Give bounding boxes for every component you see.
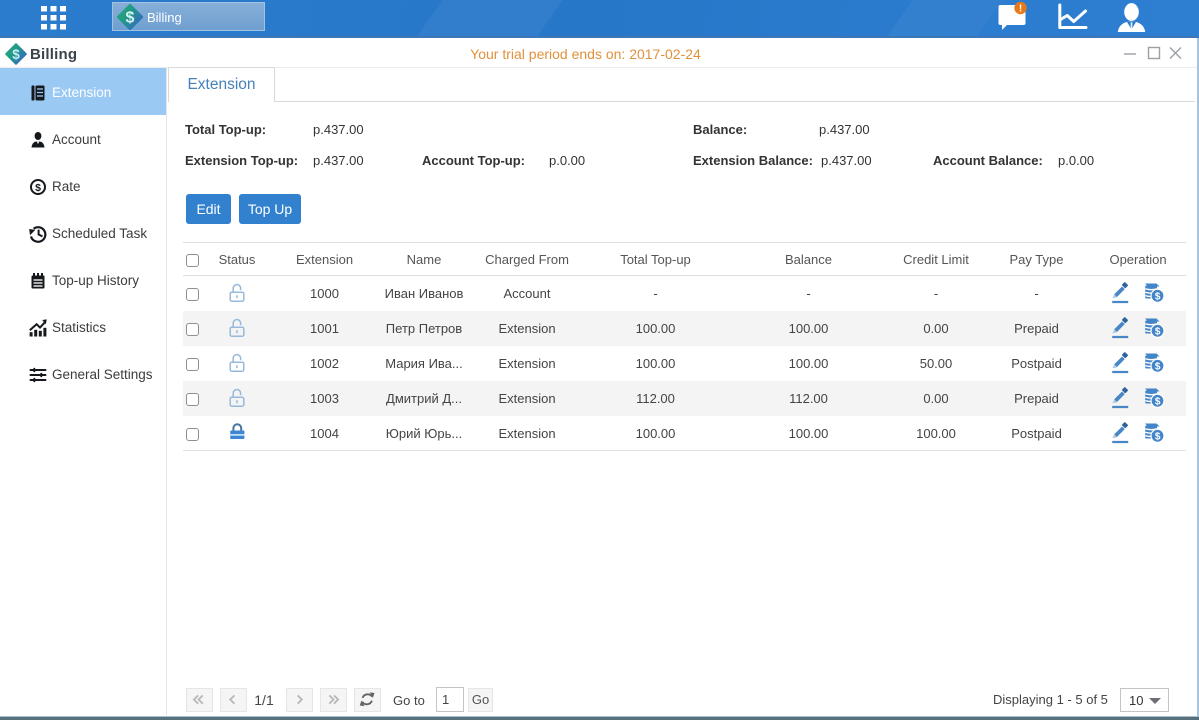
svg-text:$: $ (1155, 361, 1161, 372)
svg-text:$: $ (126, 10, 135, 27)
svg-text:$: $ (1155, 326, 1161, 337)
svg-text:$: $ (1155, 396, 1161, 407)
svg-text:$: $ (35, 182, 41, 194)
svg-text:!: ! (1019, 4, 1022, 15)
svg-text:$: $ (1155, 431, 1161, 442)
svg-text:$: $ (1155, 291, 1161, 302)
